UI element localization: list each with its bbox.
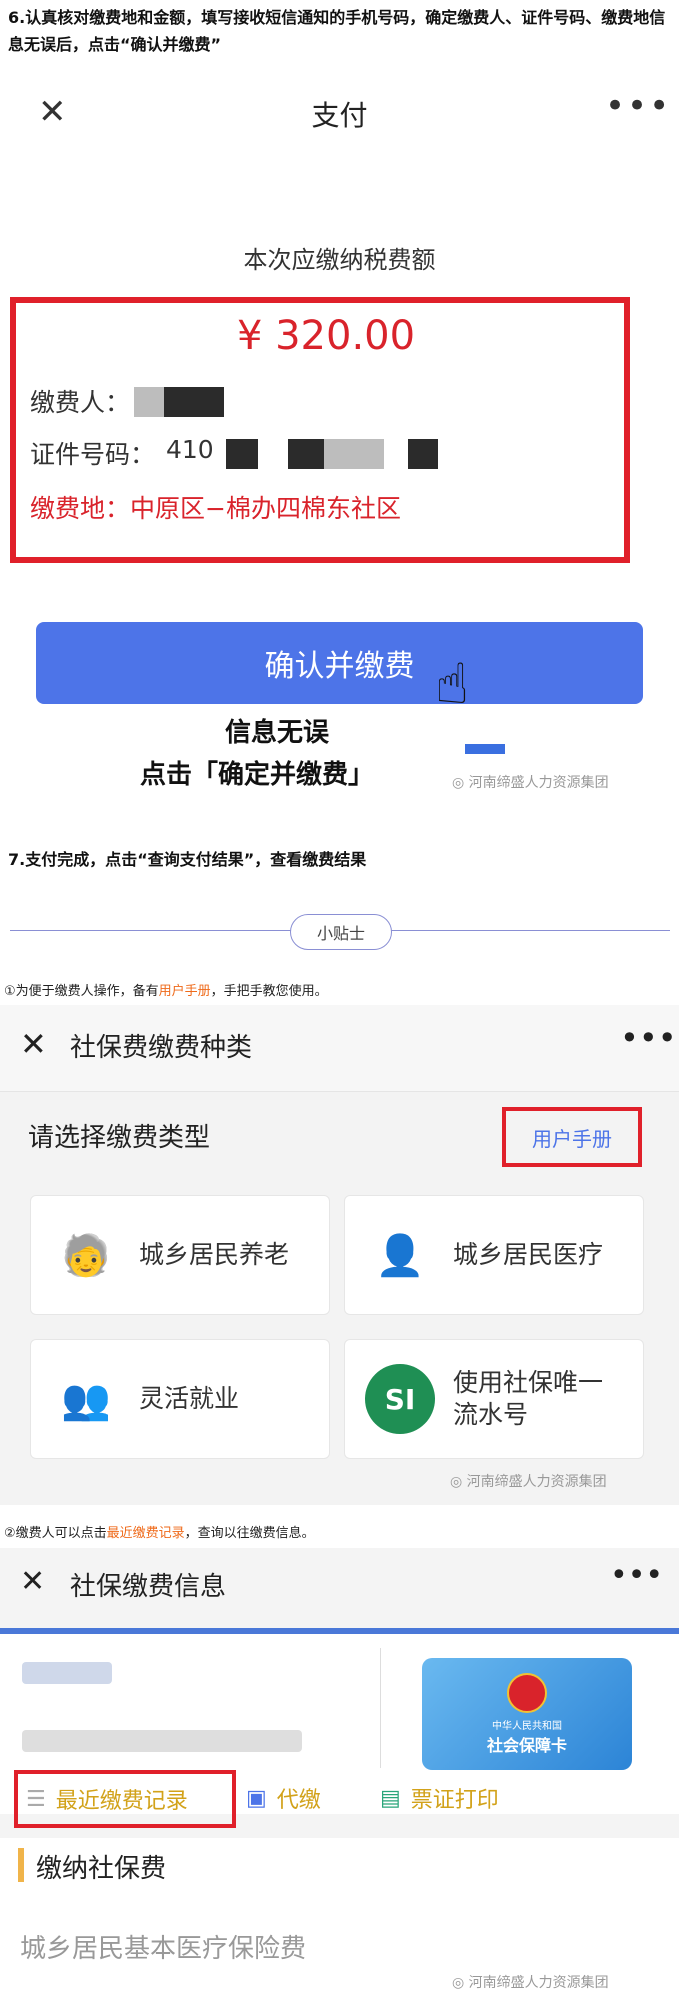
note-line-2: 点击「确定并缴费」 [140, 760, 375, 790]
category-label: 灵活就业 [139, 1384, 240, 1413]
id-mosaic [324, 439, 384, 469]
wechat-icon: ◎ [450, 1474, 467, 1490]
payer-mosaic [164, 387, 224, 417]
tip2-link: 最近缴费记录 [106, 1526, 185, 1541]
page-title: 支付 [311, 99, 368, 132]
list-icon: ☰ [26, 1786, 46, 1812]
close-icon[interactable]: ✕ [20, 1564, 45, 1599]
note-line-1: 信息无误 [225, 718, 330, 748]
choose-type-label: 请选择缴费类型 [28, 1123, 211, 1153]
watermark-text: 河南缔盛人力资源集团 [466, 1474, 607, 1490]
divider [380, 1648, 381, 1768]
category-label: 城乡居民医疗 [453, 1240, 604, 1269]
elderly-icon: 🧓 [61, 1232, 111, 1279]
page-title: 社保缴费信息 [70, 1572, 227, 1602]
id-label: 证件号码： [30, 440, 156, 469]
amount-subtitle: 本次应缴纳税费额 [243, 246, 436, 274]
wechat-icon: ◎ [452, 775, 469, 791]
tip1-prefix: ①为便于缴费人操作，备有 [4, 984, 159, 999]
category-card-medical[interactable]: 👤 城乡居民医疗 [344, 1195, 644, 1315]
hand-cuff-decoration [465, 744, 505, 754]
blurred-name [22, 1662, 112, 1684]
wechat-icon: ◎ [452, 1975, 469, 1991]
pointer-hand-icon: ☝ [435, 652, 470, 717]
step7-instruction: 7.支付完成，点击“查询支付结果”，查看缴费结果 [8, 850, 367, 869]
group-icon: 👥 [61, 1376, 111, 1423]
category-card-serial[interactable]: SI 使用社保唯一流水号 [344, 1339, 644, 1459]
social-security-card-image: 中华人民共和国 社会保障卡 [422, 1658, 632, 1770]
amount-value: ¥ 320.00 [236, 313, 416, 359]
close-icon[interactable]: ✕ [20, 1025, 47, 1063]
id-mosaic [226, 439, 258, 469]
watermark: ◎ 河南缔盛人力资源集团 [452, 772, 609, 792]
watermark: ◎ 河南缔盛人力资源集团 [450, 1471, 607, 1491]
category-label: 使用社保唯一流水号 [453, 1368, 604, 1429]
emblem-icon [507, 1672, 547, 1713]
category-card-flexible[interactable]: 👥 灵活就业 [30, 1339, 330, 1459]
proxy-pay-label: 代缴 [276, 1788, 321, 1813]
card-line-1: 中华人民共和国 [492, 1720, 562, 1732]
category-label: 城乡居民养老 [139, 1240, 290, 1269]
proxy-pay-button[interactable]: ▣ 代缴 [246, 1782, 321, 1814]
section-title: 缴纳社保费 [36, 1854, 167, 1884]
card-line-2: 社会保障卡 [486, 1735, 567, 1755]
more-icon[interactable]: ••• [610, 1558, 663, 1593]
payment-details-highlight: ¥ 320.00 缴费人： 证件号码： 410 缴费地：中原区−棉办四棉东社区 [10, 297, 630, 563]
nav-bar: ✕ 社保缴费信息 ••• [0, 1548, 679, 1624]
tip1-link: 用户手册 [158, 984, 211, 999]
id-mosaic [288, 439, 324, 469]
tip-1: ①为便于缴费人操作，备有用户手册，手把手教您使用。 [4, 980, 328, 999]
payment-location: 缴费地：中原区−棉办四棉东社区 [30, 494, 401, 523]
section-marker [18, 1848, 24, 1882]
recent-records-label: 最近缴费记录 [55, 1789, 188, 1814]
user-add-icon: 👤 [375, 1232, 425, 1279]
watermark: ◎ 河南缔盛人力资源集团 [452, 1972, 609, 1992]
blurred-id [22, 1730, 302, 1752]
category-card-elderly[interactable]: 🧓 城乡居民养老 [30, 1195, 330, 1315]
recent-records-button[interactable]: ☰ 最近缴费记录 [14, 1770, 236, 1828]
tip2-prefix: ②缴费人可以点击 [4, 1526, 107, 1541]
watermark-text: 河南缔盛人力资源集团 [468, 1975, 609, 1991]
print-receipt-label: 票证打印 [410, 1788, 499, 1813]
tips-badge: 小贴士 [290, 914, 392, 950]
id-mosaic [408, 439, 438, 469]
more-icon[interactable]: ••• [620, 1019, 677, 1057]
payer-mosaic [134, 387, 164, 417]
more-icon[interactable]: ••• [605, 86, 671, 126]
user-manual-button[interactable]: 用户手册 [502, 1107, 642, 1167]
watermark-text: 河南缔盛人力资源集团 [468, 775, 609, 791]
tip1-suffix: ，手把手教您使用。 [210, 984, 328, 999]
payment-screen: ✕ 支付 ••• 本次应缴纳税费额 ¥ 320.00 缴费人： 证件号码： 41… [0, 72, 679, 791]
proxy-pay-icon: ▣ [246, 1785, 267, 1811]
page-title: 社保费缴费种类 [70, 1033, 253, 1063]
tip-2: ②缴费人可以点击最近缴费记录，查询以往缴费信息。 [4, 1522, 315, 1541]
step6-instruction: 6.认真核对缴费地和金额，填写接收短信通知的手机号码，确定缴费人、证件号码、缴费… [8, 8, 666, 54]
category-screen: ✕ 社保费缴费种类 ••• 请选择缴费类型 用户手册 🧓 城乡居民养老 👤 城乡… [0, 1005, 679, 1505]
si-logo-icon: SI [365, 1364, 435, 1434]
tip2-suffix: ，查询以往缴费信息。 [184, 1526, 315, 1541]
printer-icon: ▤ [380, 1785, 401, 1811]
fee-item[interactable]: 城乡居民基本医疗保险费 [20, 1928, 306, 1965]
confirm-pay-button[interactable]: 确认并缴费 [36, 622, 643, 704]
print-receipt-button[interactable]: ▤ 票证打印 [380, 1782, 499, 1814]
id-prefix: 410 [166, 435, 214, 464]
payer-label: 缴费人： [30, 388, 131, 417]
info-screen: ✕ 社保缴费信息 ••• 中华人民共和国 社会保障卡 ☰ 最近缴费记录 ▣ 代缴… [0, 1548, 679, 2014]
nav-bar: ✕ 社保费缴费种类 ••• [0, 1005, 679, 1092]
